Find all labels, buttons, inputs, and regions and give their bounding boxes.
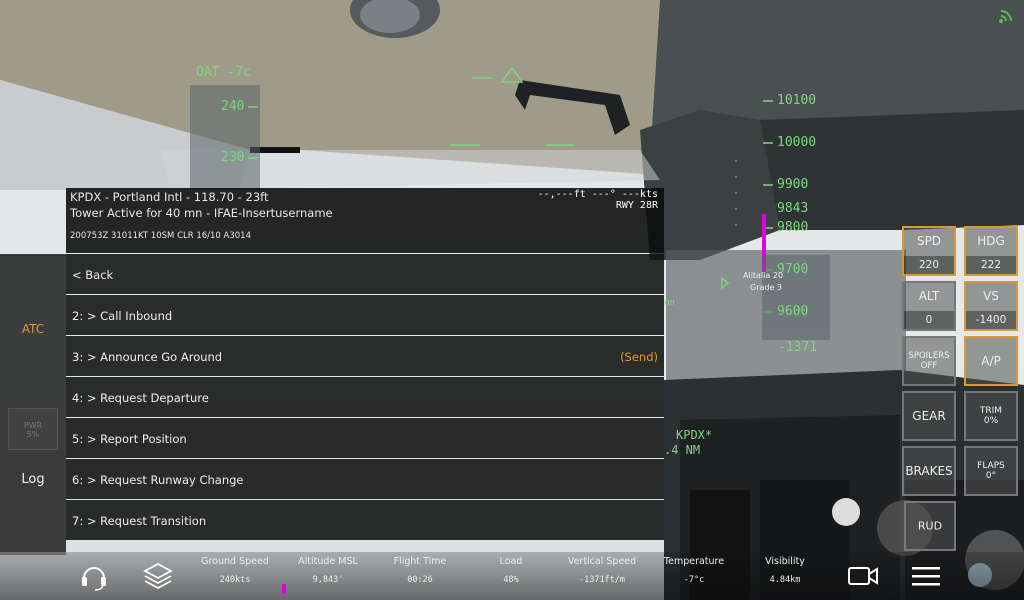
power-value: 5% [26, 430, 40, 439]
vs-button[interactable]: VS -1400 [964, 281, 1018, 331]
stat-flight-time: Flight Time 00:26 [380, 556, 460, 585]
trim-label: TRIM [979, 406, 1003, 416]
stat-value: 240kts [219, 575, 251, 585]
trim-button[interactable]: TRIM 0% [964, 391, 1018, 441]
alt-button[interactable]: ALT 0 [902, 281, 956, 331]
flaps-value: 0° [985, 471, 997, 481]
atc-header: KPDX - Portland Intl - 118.70 - 23ft Tow… [66, 188, 664, 253]
airport-marker: KPDX* [676, 428, 713, 442]
hdg-value: 222 [966, 256, 1016, 274]
stat-value: 00:26 [407, 575, 433, 585]
stat-temperature: Temperature -7°c [654, 556, 734, 585]
stat-value: -1371ft/m [578, 575, 626, 585]
current-altitude: 9843 [777, 201, 809, 216]
stat-load: Load 48% [471, 556, 551, 585]
signal-icon [999, 10, 1012, 23]
rudder-button[interactable]: RUD [904, 501, 956, 551]
stat-ground-speed: Ground Speed 240kts [195, 556, 275, 585]
tab-log[interactable]: Log [0, 472, 66, 487]
atc-item-label: 7: > Request Transition [72, 514, 207, 528]
atc-item-label: 4: > Request Departure [72, 391, 209, 405]
flaps-button[interactable]: FLAPS 0° [964, 446, 1018, 496]
power-label: PWR [23, 421, 43, 430]
tab-atc[interactable]: ATC [0, 322, 66, 336]
camera-icon[interactable] [847, 564, 879, 588]
spoilers-label: SPOILERS [908, 351, 950, 361]
atc-item-label: 3: > Announce Go Around [72, 350, 223, 364]
stat-title: Flight Time [393, 556, 447, 567]
stat-value: -7°c [683, 575, 705, 585]
stat-title: Load [499, 556, 523, 567]
vertical-speed-readout: -1371 [778, 340, 818, 355]
alt-tick-9800: 9800 [777, 220, 809, 235]
bottom-status-bar: Ground Speed 240kts Altitude MSL 9,843' … [0, 552, 1024, 600]
altitude-indicator-bar [282, 584, 286, 594]
autopilot-button[interactable]: A/P [964, 336, 1018, 386]
atc-item-label: 5: > Report Position [72, 432, 187, 446]
flaps-label: FLAPS [977, 461, 1005, 471]
atc-report-position-item[interactable]: 5: > Report Position [66, 418, 664, 458]
atc-request-transition-item[interactable]: 7: > Request Transition [66, 500, 664, 540]
hdg-label: HDG [977, 234, 1005, 248]
alt-tick-9600: 9600 [777, 304, 809, 319]
autopilot-label: A/P [981, 354, 1001, 368]
atc-back-item[interactable]: < Back [66, 254, 664, 294]
spd-button[interactable]: SPD 220 [902, 226, 956, 276]
gear-button[interactable]: GEAR [902, 391, 956, 441]
alt-tick-10000: 10000 [777, 135, 817, 150]
stat-value: 9,843' [312, 575, 344, 585]
gear-label: GEAR [912, 409, 946, 423]
atc-announce-go-around-item[interactable]: 3: > Announce Go Around (Send) [66, 336, 664, 376]
on-label: on [664, 298, 675, 308]
send-button[interactable]: (Send) [620, 350, 658, 364]
stat-title: Vertical Speed [567, 556, 637, 567]
rudder-label: RUD [917, 519, 943, 533]
distance-readout: .4 NM [664, 443, 701, 457]
headset-icon[interactable] [79, 561, 109, 591]
atc-airport-info: KPDX - Portland Intl - 118.70 - 23ft [70, 190, 269, 204]
spoilers-value: OFF [920, 361, 938, 371]
atc-wind-readout: --,---ft ---° ---kts [537, 189, 658, 200]
atc-item-label: 2: > Call Inbound [72, 309, 173, 323]
hdg-button[interactable]: HDG 222 [964, 226, 1018, 276]
atc-item-label: < Back [72, 268, 114, 282]
stat-value: 48% [503, 575, 519, 585]
atc-runway: RWY 28R [615, 200, 658, 211]
layers-icon[interactable] [143, 561, 173, 591]
stat-title: Temperature [663, 556, 725, 567]
atc-item-label: 6: > Request Runway Change [72, 473, 244, 487]
spd-value: 220 [904, 256, 954, 274]
vs-label: VS [983, 289, 999, 303]
atc-menu-list: < Back 2: > Call Inbound 3: > Announce G… [66, 254, 664, 541]
stat-value: 4.84km [769, 575, 801, 585]
stat-visibility: Visibility 4.84km [745, 556, 825, 585]
brakes-label: BRAKES [905, 464, 953, 478]
atc-metar: 200753Z 31011KT 10SM CLR 16/10 A3014 [70, 231, 251, 241]
spoilers-button[interactable]: SPOILERS OFF [902, 336, 956, 386]
vs-value: -1400 [966, 311, 1016, 329]
power-indicator: PWR 5% [8, 408, 58, 450]
atc-request-runway-change-item[interactable]: 6: > Request Runway Change [66, 459, 664, 499]
alt-tick-9900: 9900 [777, 177, 809, 192]
stat-title: Altitude MSL [298, 556, 358, 567]
alt-label: ALT [918, 289, 940, 303]
trim-value: 0% [983, 416, 999, 426]
stat-title: Visibility [765, 556, 805, 567]
aircraft-grade-label: Grade 3 [750, 283, 783, 292]
alt-value: 0 [904, 311, 954, 329]
atc-tower-status: Tower Active for 40 mn - IFAE-Insertuser… [70, 206, 333, 220]
stat-title: Ground Speed [201, 556, 269, 567]
atc-call-inbound-item[interactable]: 2: > Call Inbound [66, 295, 664, 335]
spd-label: SPD [916, 234, 942, 248]
menu-icon[interactable] [911, 564, 941, 588]
alt-tick-10100: 10100 [777, 93, 817, 108]
side-tab-panel [0, 255, 66, 552]
atc-request-departure-item[interactable]: 4: > Request Departure [66, 377, 664, 417]
stat-altitude-msl: Altitude MSL 9,843' [288, 556, 368, 585]
brakes-button[interactable]: BRAKES [902, 446, 956, 496]
aircraft-label: Alitalia 20 [743, 271, 784, 280]
stat-vertical-speed: Vertical Speed -1371ft/m [562, 556, 642, 585]
